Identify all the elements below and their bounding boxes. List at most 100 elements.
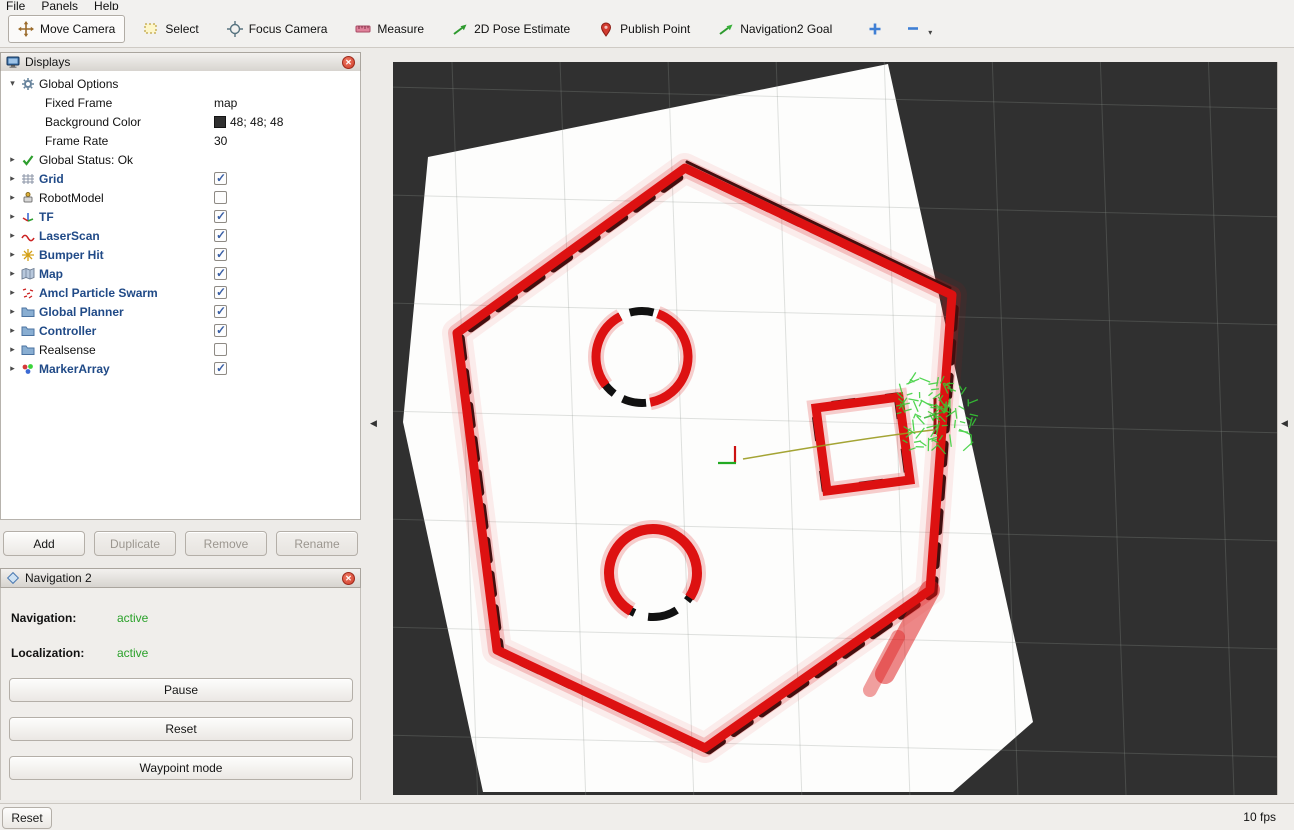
tool-select[interactable]: Select — [133, 15, 208, 43]
expander-icon[interactable]: ▾ — [6, 78, 19, 89]
tool-publish-point[interactable]: Publish Point — [588, 15, 700, 43]
remove-button[interactable]: Remove — [185, 531, 267, 556]
left-splitter-collapse-handle[interactable]: ◀ — [370, 418, 377, 429]
navigation-status-value: active — [117, 611, 148, 625]
property-row-fixed-frame[interactable]: Fixed Frame map — [1, 93, 360, 112]
expander-icon[interactable]: ▸ — [6, 211, 19, 222]
markerarray-checkbox[interactable]: ✓ — [214, 362, 227, 375]
expander-icon[interactable]: ▸ — [6, 344, 19, 355]
nav2-panel-header[interactable]: Navigation 2 ✕ — [0, 568, 361, 588]
background-color-value[interactable]: 48; 48; 48 — [214, 112, 283, 131]
display-label: Map — [39, 267, 63, 281]
grid-icon — [21, 172, 35, 186]
gear-icon — [21, 77, 35, 91]
display-row-realsense[interactable]: ▸ Realsense ✓ — [1, 340, 360, 359]
display-label: Global Status: Ok — [39, 153, 133, 167]
robotmodel-checkbox[interactable]: ✓ — [214, 191, 227, 204]
property-row-frame-rate[interactable]: Frame Rate 30 — [1, 131, 360, 150]
time-reset-button[interactable]: Reset — [2, 807, 52, 829]
display-row-markerarray[interactable]: ▸ MarkerArray ✓ — [1, 359, 360, 378]
display-row-global-options[interactable]: ▾ Global Options — [1, 74, 360, 93]
frame-rate-value[interactable]: 30 — [214, 131, 227, 150]
property-row-background-color[interactable]: Background Color 48; 48; 48 — [1, 112, 360, 131]
display-row-global-status[interactable]: ▸ Global Status: Ok — [1, 150, 360, 169]
display-row-grid[interactable]: ▸ Grid ✓ — [1, 169, 360, 188]
amcl-checkbox[interactable]: ✓ — [214, 286, 227, 299]
menu-panels[interactable]: Panels — [41, 0, 78, 10]
tool-label: 2D Pose Estimate — [474, 22, 570, 36]
controller-checkbox[interactable]: ✓ — [214, 324, 227, 337]
map-checkbox[interactable]: ✓ — [214, 267, 227, 280]
panel-title-text: Navigation 2 — [25, 571, 92, 585]
3d-viewport[interactable] — [393, 62, 1277, 795]
displays-panel-header[interactable]: Displays ✕ — [0, 52, 361, 72]
add-tool-button[interactable] — [860, 15, 890, 43]
expander-icon[interactable]: ▸ — [6, 325, 19, 336]
color-swatch — [214, 116, 226, 128]
localization-status-value: active — [117, 646, 148, 660]
menu-bar: File Panels Help — [0, 0, 1294, 10]
display-label: Bumper Hit — [39, 248, 104, 262]
tf-checkbox[interactable]: ✓ — [214, 210, 227, 223]
display-row-controller[interactable]: ▸ Controller ✓ — [1, 321, 360, 340]
realsense-checkbox[interactable]: ✓ — [214, 343, 227, 356]
laserscan-checkbox[interactable]: ✓ — [214, 229, 227, 242]
fixed-frame-value[interactable]: map — [214, 93, 237, 112]
tool-move-camera[interactable]: Move Camera — [8, 15, 125, 43]
expander-icon[interactable]: ▸ — [6, 268, 19, 279]
right-splitter-collapse-handle[interactable]: ◀ — [1281, 418, 1288, 429]
display-label: RobotModel — [39, 191, 104, 205]
tool-focus-camera[interactable]: Focus Camera — [217, 15, 338, 43]
display-row-bumper-hit[interactable]: ▸ Bumper Hit ✓ — [1, 245, 360, 264]
waypoint-mode-button[interactable]: Waypoint mode — [9, 756, 353, 780]
move-camera-icon — [18, 21, 34, 37]
bumper-hit-checkbox[interactable]: ✓ — [214, 248, 227, 261]
expander-icon[interactable]: ▸ — [6, 173, 19, 184]
display-label: TF — [39, 210, 54, 224]
menu-help[interactable]: Help — [94, 0, 119, 10]
display-label: Grid — [39, 172, 64, 186]
menu-file[interactable]: File — [6, 0, 25, 10]
close-icon[interactable]: ✕ — [342, 56, 355, 69]
robot-model-icon — [21, 191, 35, 205]
pause-button[interactable]: Pause — [9, 678, 353, 702]
bumper-hit-icon — [21, 248, 35, 262]
duplicate-button[interactable]: Duplicate — [94, 531, 176, 556]
expander-icon[interactable]: ▸ — [6, 192, 19, 203]
display-row-map[interactable]: ▸ Map ✓ — [1, 264, 360, 283]
publish-point-icon — [598, 21, 614, 37]
expander-icon[interactable]: ▸ — [6, 363, 19, 374]
caret-down-icon[interactable]: ▾ — [928, 28, 932, 37]
displays-icon — [6, 55, 20, 69]
tool-2d-pose-estimate[interactable]: 2D Pose Estimate — [442, 15, 580, 43]
reset-button[interactable]: Reset — [9, 717, 353, 741]
remove-tool-button[interactable]: ▾ — [898, 15, 939, 43]
display-row-robotmodel[interactable]: ▸ RobotModel ✓ — [1, 188, 360, 207]
fps-counter: 10 fps — [1243, 810, 1276, 824]
expander-icon[interactable]: ▸ — [6, 154, 19, 165]
map-icon — [21, 267, 35, 281]
particle-swarm-icon — [21, 286, 35, 300]
folder-icon — [21, 305, 35, 319]
expander-icon[interactable]: ▸ — [6, 230, 19, 241]
display-row-laserscan[interactable]: ▸ LaserScan ✓ — [1, 226, 360, 245]
toolbar: Move Camera Select Focus Camera Measure … — [0, 10, 1294, 48]
rename-button[interactable]: Rename — [276, 531, 358, 556]
display-label: Realsense — [39, 343, 96, 357]
tool-label: Move Camera — [40, 22, 115, 36]
display-row-amcl-particle-swarm[interactable]: ▸ Amcl Particle Swarm ✓ — [1, 283, 360, 302]
expander-icon[interactable]: ▸ — [6, 249, 19, 260]
tool-navigation2-goal[interactable]: Navigation2 Goal — [708, 15, 842, 43]
display-row-tf[interactable]: ▸ TF ✓ — [1, 207, 360, 226]
minus-icon — [905, 21, 921, 37]
expander-icon[interactable]: ▸ — [6, 287, 19, 298]
close-icon[interactable]: ✕ — [342, 572, 355, 585]
grid-checkbox[interactable]: ✓ — [214, 172, 227, 185]
tool-measure[interactable]: Measure — [345, 15, 434, 43]
display-row-global-planner[interactable]: ▸ Global Planner ✓ — [1, 302, 360, 321]
global-planner-checkbox[interactable]: ✓ — [214, 305, 227, 318]
expander-icon[interactable]: ▸ — [6, 306, 19, 317]
folder-icon — [21, 343, 35, 357]
add-button[interactable]: Add — [3, 531, 85, 556]
measure-icon — [355, 21, 371, 37]
